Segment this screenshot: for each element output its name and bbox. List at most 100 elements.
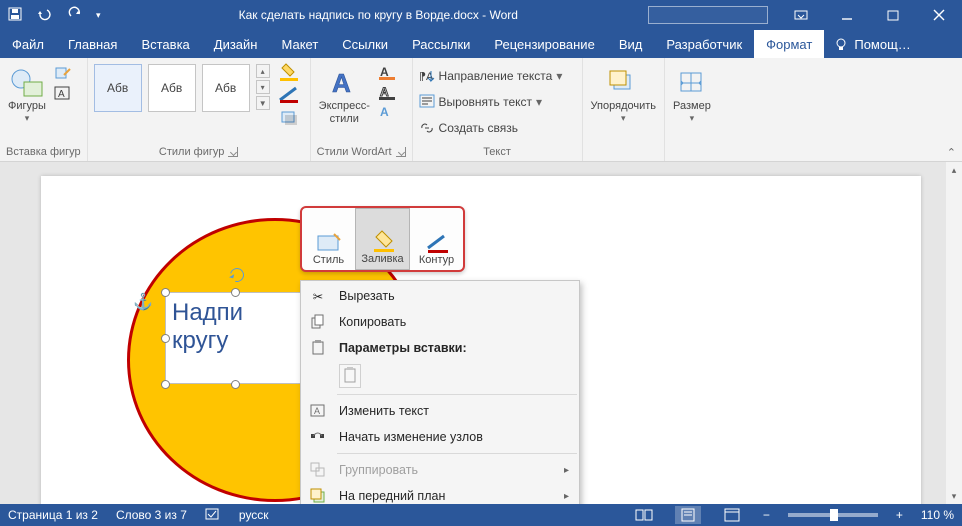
- maximize-icon[interactable]: [870, 0, 916, 30]
- tab-references[interactable]: Ссылки: [330, 30, 400, 58]
- ctx-cut-label: Вырезать: [339, 289, 395, 303]
- text-effects-icon[interactable]: A: [378, 104, 402, 120]
- mini-outline-button[interactable]: Контур: [410, 208, 463, 270]
- link-icon: [419, 120, 435, 136]
- shape-style-1[interactable]: Абв: [94, 64, 142, 112]
- separator: [337, 394, 577, 395]
- word-count[interactable]: Слово 3 из 7: [116, 508, 187, 522]
- text-fill-icon[interactable]: A: [378, 64, 402, 80]
- qat-customize-icon[interactable]: ▾: [96, 10, 101, 21]
- textbox-icon[interactable]: A: [54, 86, 74, 102]
- text-box[interactable]: Надпи кругу: [165, 292, 305, 384]
- chevron-down-icon: ▾: [621, 113, 626, 124]
- tab-layout[interactable]: Макет: [269, 30, 330, 58]
- resize-handle[interactable]: [161, 334, 170, 343]
- insert-shapes-button[interactable]: Фигуры ▾: [6, 64, 48, 126]
- dialog-launcher-icon[interactable]: [228, 147, 238, 157]
- shape-outline-icon[interactable]: [278, 86, 304, 104]
- size-button[interactable]: Размер ▾: [671, 64, 713, 126]
- group-label-shape-styles: Стили фигур: [94, 143, 304, 161]
- close-icon[interactable]: [916, 0, 962, 30]
- dialog-launcher-icon[interactable]: [396, 147, 406, 157]
- edit-text-icon: A: [307, 400, 329, 422]
- shapes-label: Фигуры: [8, 100, 46, 113]
- arrange-button[interactable]: Упорядочить ▾: [589, 64, 658, 126]
- shape-effects-icon[interactable]: [278, 108, 304, 126]
- proofing-icon[interactable]: [205, 507, 221, 524]
- group-size: Размер ▾: [665, 58, 719, 161]
- chevron-down-icon: ▾: [690, 113, 695, 124]
- resize-handle[interactable]: [231, 288, 240, 297]
- ribbon: Фигуры ▾ A Вставка фигур Абв Абв Абв ▴▾▼…: [0, 58, 962, 162]
- read-mode-icon[interactable]: [631, 506, 657, 524]
- align-text-button[interactable]: Выровнять текст▾: [419, 90, 543, 114]
- edit-points-icon: [307, 426, 329, 448]
- style-gallery-scroll[interactable]: ▴▾▼: [256, 64, 272, 110]
- page[interactable]: ⚓ Надпи кругу Стиль Заливка Контур: [41, 176, 921, 504]
- tab-view[interactable]: Вид: [607, 30, 655, 58]
- mini-style-label: Стиль: [313, 254, 344, 266]
- tab-home[interactable]: Главная: [56, 30, 129, 58]
- align-text-icon: [419, 94, 435, 110]
- ctx-bring-to-front[interactable]: На передний план ▸: [301, 483, 579, 504]
- web-layout-icon[interactable]: [719, 506, 745, 524]
- tab-developer[interactable]: Разработчик: [654, 30, 754, 58]
- ctx-copy[interactable]: Копировать: [301, 309, 579, 335]
- scroll-down-icon[interactable]: ▾: [946, 488, 962, 504]
- ctx-group-label: Группировать: [339, 463, 418, 477]
- tell-me[interactable]: Помощ…: [834, 30, 910, 58]
- zoom-in-icon[interactable]: +: [896, 508, 903, 522]
- shapes-gallery-icon: [10, 66, 44, 100]
- quick-styles-button[interactable]: A Экспресс- стили: [317, 64, 372, 127]
- undo-icon[interactable]: [36, 7, 54, 24]
- resize-handle[interactable]: [231, 380, 240, 389]
- bring-front-icon: [307, 485, 329, 504]
- mini-style-button[interactable]: Стиль: [302, 208, 355, 270]
- save-icon[interactable]: [8, 7, 22, 24]
- ctx-edit-points-label: Начать изменение узлов: [339, 430, 483, 444]
- tab-review[interactable]: Рецензирование: [482, 30, 606, 58]
- tab-design[interactable]: Дизайн: [202, 30, 270, 58]
- collapse-ribbon-icon[interactable]: ⌃: [947, 146, 956, 159]
- ctx-edit-text[interactable]: A Изменить текст: [301, 398, 579, 424]
- shape-style-3[interactable]: Абв: [202, 64, 250, 112]
- tab-format[interactable]: Формат: [754, 30, 824, 58]
- separator: [337, 453, 577, 454]
- group-icon: [307, 459, 329, 481]
- shape-fill-icon[interactable]: [278, 64, 304, 82]
- context-menu: ✂ Вырезать Копировать Параметры вставки:…: [300, 280, 580, 504]
- ctx-paste-options-label: Параметры вставки:: [339, 341, 467, 355]
- quick-access-toolbar: ▾: [0, 7, 109, 24]
- ctx-cut[interactable]: ✂ Вырезать: [301, 283, 579, 309]
- zoom-level[interactable]: 110 %: [921, 508, 954, 522]
- scroll-up-icon[interactable]: ▴: [946, 162, 962, 178]
- create-link-button[interactable]: Создать связь: [419, 116, 518, 140]
- resize-handle[interactable]: [161, 380, 170, 389]
- svg-text:A: A: [332, 68, 351, 98]
- print-layout-icon[interactable]: [675, 506, 701, 524]
- text-direction-button[interactable]: ⁋A Направление текста▾: [419, 64, 563, 88]
- resize-handle[interactable]: [161, 288, 170, 297]
- text-outline-icon[interactable]: A: [378, 84, 402, 100]
- ribbon-options-icon[interactable]: [778, 0, 824, 30]
- zoom-slider[interactable]: [788, 513, 878, 517]
- group-label-insert-shapes: Вставка фигур: [6, 143, 81, 161]
- minimize-icon[interactable]: [824, 0, 870, 30]
- redo-icon[interactable]: [68, 7, 82, 24]
- language-indicator[interactable]: русск: [239, 508, 269, 522]
- shape-style-2[interactable]: Абв: [148, 64, 196, 112]
- window-controls: [778, 0, 962, 30]
- vertical-scrollbar[interactable]: ▴ ▾: [946, 162, 962, 504]
- account-box[interactable]: [648, 6, 768, 24]
- text-direction-label: Направление текста: [439, 69, 553, 83]
- edit-shape-icon[interactable]: [54, 66, 74, 82]
- page-indicator[interactable]: Страница 1 из 2: [8, 508, 98, 522]
- mini-fill-button[interactable]: Заливка: [355, 208, 410, 270]
- paste-keep-source-button[interactable]: [339, 364, 361, 388]
- tab-insert[interactable]: Вставка: [129, 30, 201, 58]
- tab-mailings[interactable]: Рассылки: [400, 30, 482, 58]
- lightbulb-icon: [834, 37, 848, 51]
- zoom-out-icon[interactable]: −: [763, 508, 770, 522]
- ctx-edit-points[interactable]: Начать изменение узлов: [301, 424, 579, 450]
- tab-file[interactable]: Файл: [0, 30, 56, 58]
